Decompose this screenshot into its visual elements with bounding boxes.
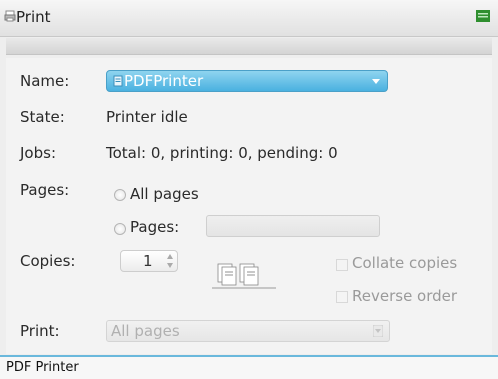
- chevron-down-icon: [372, 79, 380, 84]
- collate-pages-icon: [212, 263, 276, 289]
- chevron-down-icon: [373, 325, 383, 337]
- pages-label: Pages:: [20, 181, 70, 199]
- status-bar: PDF Printer: [0, 355, 498, 379]
- state-label: State:: [20, 108, 65, 126]
- print-label: Print:: [20, 322, 60, 340]
- status-text: PDF Printer: [6, 360, 79, 375]
- copies-label: Copies:: [20, 252, 76, 270]
- print-dialog: Print Name: PDFPrinter State: Printer id…: [0, 0, 498, 379]
- copies-spinbox[interactable]: 1: [120, 250, 178, 272]
- title-bar[interactable]: Print: [0, 0, 498, 37]
- reverse-order-label[interactable]: Reverse order: [352, 287, 457, 305]
- page-range-option-label[interactable]: Pages:: [130, 218, 179, 236]
- window-title: Print: [16, 8, 51, 26]
- jobs-label: Jobs:: [20, 144, 56, 162]
- spin-up-icon[interactable]: [166, 253, 174, 260]
- jobs-value: Total: 0, printing: 0, pending: 0: [106, 144, 338, 162]
- dialog-content: Name: PDFPrinter State: Printer idle Job…: [6, 58, 492, 354]
- printer-icon: [4, 10, 16, 22]
- spin-down-icon[interactable]: [166, 262, 174, 269]
- all-pages-radio[interactable]: [114, 189, 126, 201]
- collate-label[interactable]: Collate copies: [352, 254, 457, 272]
- toolbar-strip: [6, 38, 492, 55]
- page-range-radio[interactable]: [114, 223, 126, 235]
- window-menu-icon[interactable]: [476, 10, 490, 22]
- page-range-input[interactable]: [206, 215, 380, 237]
- printer-select[interactable]: PDFPrinter: [106, 70, 388, 92]
- print-select-value: All pages: [111, 322, 180, 340]
- reverse-order-checkbox[interactable]: [336, 291, 348, 303]
- print-select[interactable]: All pages: [106, 320, 390, 342]
- copies-value: 1: [143, 252, 153, 270]
- printer-icon: [113, 75, 123, 87]
- printer-select-value: PDFPrinter: [124, 72, 204, 90]
- collate-checkbox[interactable]: [336, 259, 348, 271]
- state-value: Printer idle: [106, 108, 188, 126]
- all-pages-option-label[interactable]: All pages: [130, 185, 199, 203]
- name-label: Name:: [20, 72, 70, 90]
